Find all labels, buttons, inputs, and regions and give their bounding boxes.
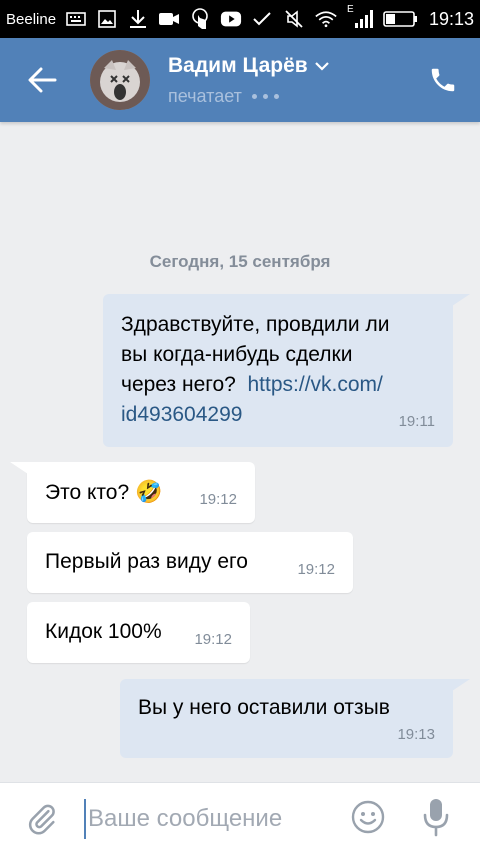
touch-icon bbox=[189, 8, 211, 30]
message-composer bbox=[0, 782, 480, 854]
phone-icon bbox=[431, 68, 455, 92]
message-time: 19:12 bbox=[297, 561, 335, 578]
message-input[interactable] bbox=[84, 798, 324, 839]
message-text: Здравствуйте, провдили ли вы когда-нибуд… bbox=[121, 313, 390, 426]
message-time: 19:13 bbox=[397, 726, 435, 743]
message-text: Кидок 100% bbox=[45, 620, 162, 643]
contact-name: Вадим Царёв bbox=[168, 53, 308, 77]
microphone-icon bbox=[423, 799, 449, 837]
typing-dots-icon bbox=[251, 93, 279, 99]
profile-link[interactable]: https://vk.com/ bbox=[248, 373, 383, 396]
youtube-icon bbox=[220, 8, 242, 30]
arrow-left-icon bbox=[28, 67, 57, 93]
message-incoming[interactable]: Кидок 100% 19:12 bbox=[27, 602, 250, 663]
signal-icon: E bbox=[347, 4, 373, 30]
message-text: Первый раз виду его bbox=[45, 550, 248, 573]
bubble-tail bbox=[446, 679, 470, 695]
check-icon bbox=[251, 8, 273, 30]
battery-icon bbox=[383, 8, 419, 30]
status-bar: Beeline E 19:13 bbox=[0, 0, 480, 38]
avatar[interactable] bbox=[90, 50, 150, 110]
back-button[interactable] bbox=[12, 38, 72, 122]
emoji-button[interactable] bbox=[350, 799, 386, 835]
message-outgoing[interactable]: Здравствуйте, провдили ли вы когда-нибуд… bbox=[103, 294, 453, 447]
video-camera-icon bbox=[158, 8, 180, 30]
clock: 19:13 bbox=[428, 8, 474, 29]
image-icon bbox=[96, 8, 118, 30]
message-incoming[interactable]: Это кто? 🤣 19:12 bbox=[27, 462, 255, 523]
rofl-emoji-icon: 🤣 bbox=[135, 479, 163, 504]
attach-button[interactable] bbox=[22, 799, 62, 839]
bubble-tail bbox=[446, 294, 470, 310]
voice-message-button[interactable] bbox=[420, 797, 452, 837]
chat-header: Вадим Царёв печатает bbox=[0, 38, 480, 122]
keyboard-icon bbox=[65, 8, 87, 30]
typing-status: печатает bbox=[168, 85, 242, 106]
message-text: Вы у него оставили отзыв bbox=[138, 696, 390, 719]
paperclip-icon bbox=[28, 804, 55, 835]
smile-icon bbox=[351, 800, 385, 834]
message-time: 19:12 bbox=[199, 491, 237, 508]
chevron-down-icon bbox=[314, 61, 329, 71]
profile-link-cont[interactable]: id493604299 bbox=[121, 403, 242, 426]
message-time: 19:11 bbox=[398, 413, 435, 430]
date-separator: Сегодня, 15 сентября bbox=[149, 252, 331, 271]
wifi-icon bbox=[315, 8, 337, 30]
download-icon bbox=[127, 8, 149, 30]
network-type-label: E bbox=[346, 4, 354, 15]
message-incoming[interactable]: Первый раз виду его 19:12 bbox=[27, 532, 353, 593]
mute-icon bbox=[283, 8, 305, 30]
message-list: Сегодня, 15 сентября Здравствуйте, провд… bbox=[0, 122, 480, 782]
bubble-tail bbox=[10, 462, 34, 478]
carrier-label: Beeline bbox=[6, 10, 57, 28]
contact-title[interactable]: Вадим Царёв bbox=[168, 54, 330, 78]
message-outgoing[interactable]: Вы у него оставили отзыв 19:13 bbox=[120, 679, 453, 758]
message-text: Это кто? bbox=[45, 481, 130, 504]
call-button[interactable] bbox=[428, 65, 458, 95]
message-time: 19:12 bbox=[194, 631, 232, 648]
